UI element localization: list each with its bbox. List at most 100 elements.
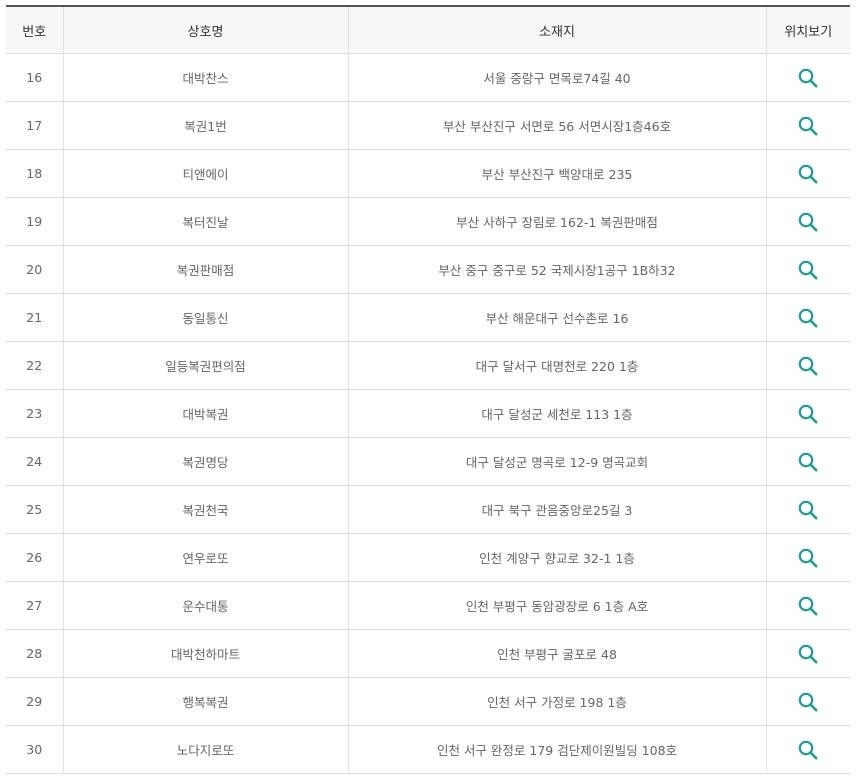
table-header-row: 번호 상호명 소재지 위치보기 (6, 6, 850, 54)
header-store-name: 상호명 (62, 6, 348, 54)
location-search-button[interactable] (797, 67, 819, 89)
row-address: 대구 북구 관음중앙로25길 3 (347, 485, 766, 534)
table-row: 30 노다지로또 인천 서구 완정로 179 검단제이원빌딩 108호 (6, 725, 850, 774)
row-address: 대구 달서구 대명천로 220 1층 (347, 341, 766, 390)
table-row: 25 복권천국 대구 북구 관음중앙로25길 3 (6, 485, 850, 534)
row-number: 22 (6, 341, 63, 390)
location-search-button[interactable] (797, 307, 819, 329)
search-icon (798, 356, 818, 376)
row-store-name: 대박복권 (62, 389, 348, 438)
table-row: 18 티앤에이 부산 부산진구 백양대로 235 (6, 149, 850, 198)
row-address: 부산 사하구 장림로 162-1 복권판매점 (347, 197, 766, 246)
row-number: 21 (6, 293, 63, 342)
table-row: 22 일등복권편의점 대구 달서구 대명천로 220 1층 (6, 341, 850, 390)
search-icon (798, 452, 818, 472)
header-number: 번호 (6, 6, 63, 54)
row-address: 부산 부산진구 백양대로 235 (347, 149, 766, 198)
header-address: 소재지 (347, 6, 766, 54)
row-store-name: 대박천하마트 (62, 629, 348, 678)
search-icon (798, 260, 818, 280)
row-number: 28 (6, 629, 63, 678)
location-search-button[interactable] (797, 643, 819, 665)
row-location-cell (765, 677, 850, 726)
header-location: 위치보기 (765, 6, 850, 54)
row-location-cell (765, 629, 850, 678)
search-icon (798, 116, 818, 136)
row-location-cell (765, 293, 850, 342)
row-store-name: 복권1번 (62, 101, 348, 150)
row-location-cell (765, 245, 850, 294)
row-number: 24 (6, 437, 63, 486)
search-icon (798, 644, 818, 664)
table-row: 29 행복복권 인천 서구 가정로 198 1층 (6, 677, 850, 726)
table-row: 17 복권1번 부산 부산진구 서면로 56 서면시장1층46호 (6, 101, 850, 150)
search-icon (798, 548, 818, 568)
table-row: 27 운수대통 인천 부평구 동암광장로 6 1층 A호 (6, 581, 850, 630)
search-icon (798, 740, 818, 760)
table-row: 24 복권명당 대구 달성군 명곡로 12-9 명곡교회 (6, 437, 850, 486)
search-icon (798, 692, 818, 712)
row-store-name: 행복복권 (62, 677, 348, 726)
row-address: 인천 서구 가정로 198 1층 (347, 677, 766, 726)
location-search-button[interactable] (797, 211, 819, 233)
row-address: 대구 달성군 명곡로 12-9 명곡교회 (347, 437, 766, 486)
store-list-table-container: 번호 상호명 소재지 위치보기 16 대박찬스 서울 중랑구 면목로74길 40 17… (6, 5, 850, 774)
row-location-cell (765, 197, 850, 246)
table-body: 16 대박찬스 서울 중랑구 면목로74길 40 17 복권1번 부산 부산진구 서면로 … (6, 53, 850, 774)
row-store-name: 복권천국 (62, 485, 348, 534)
row-location-cell (765, 437, 850, 486)
row-number: 16 (6, 53, 63, 102)
row-address: 인천 서구 완정로 179 검단제이원빌딩 108호 (347, 725, 766, 774)
row-address: 대구 달성군 세천로 113 1층 (347, 389, 766, 438)
row-location-cell (765, 389, 850, 438)
location-search-button[interactable] (797, 115, 819, 137)
row-location-cell (765, 581, 850, 630)
row-store-name: 대박찬스 (62, 53, 348, 102)
search-icon (798, 308, 818, 328)
row-number: 26 (6, 533, 63, 582)
location-search-button[interactable] (797, 355, 819, 377)
row-location-cell (765, 485, 850, 534)
row-number: 30 (6, 725, 63, 774)
search-icon (798, 212, 818, 232)
location-search-button[interactable] (797, 595, 819, 617)
row-location-cell (765, 341, 850, 390)
row-number: 23 (6, 389, 63, 438)
row-store-name: 운수대통 (62, 581, 348, 630)
table-row: 19 복터진날 부산 사하구 장림로 162-1 복권판매점 (6, 197, 850, 246)
row-address: 부산 해운대구 선수촌로 16 (347, 293, 766, 342)
row-store-name: 노다지로또 (62, 725, 348, 774)
row-number: 25 (6, 485, 63, 534)
search-icon (798, 164, 818, 184)
row-address: 인천 부평구 동암광장로 6 1층 A호 (347, 581, 766, 630)
row-number: 17 (6, 101, 63, 150)
row-store-name: 동일통신 (62, 293, 348, 342)
row-location-cell (765, 149, 850, 198)
location-search-button[interactable] (797, 259, 819, 281)
row-store-name: 티앤에이 (62, 149, 348, 198)
row-store-name: 복권명당 (62, 437, 348, 486)
location-search-button[interactable] (797, 691, 819, 713)
location-search-button[interactable] (797, 547, 819, 569)
search-icon (798, 596, 818, 616)
location-search-button[interactable] (797, 403, 819, 425)
table-row: 20 복권판매점 부산 중구 중구로 52 국제시장1공구 1B하32 (6, 245, 850, 294)
location-search-button[interactable] (797, 739, 819, 761)
row-number: 27 (6, 581, 63, 630)
row-location-cell (765, 101, 850, 150)
row-address: 부산 부산진구 서면로 56 서면시장1층46호 (347, 101, 766, 150)
search-icon (798, 68, 818, 88)
row-address: 서울 중랑구 면목로74길 40 (347, 53, 766, 102)
store-list-table: 번호 상호명 소재지 위치보기 16 대박찬스 서울 중랑구 면목로74길 40 17… (6, 5, 850, 774)
row-address: 인천 부평구 굴포로 48 (347, 629, 766, 678)
search-icon (798, 404, 818, 424)
row-location-cell (765, 53, 850, 102)
location-search-button[interactable] (797, 451, 819, 473)
location-search-button[interactable] (797, 499, 819, 521)
row-location-cell (765, 533, 850, 582)
location-search-button[interactable] (797, 163, 819, 185)
row-store-name: 일등복권편의점 (62, 341, 348, 390)
table-row: 26 연우로또 인천 계양구 향교로 32-1 1층 (6, 533, 850, 582)
row-store-name: 연우로또 (62, 533, 348, 582)
row-number: 20 (6, 245, 63, 294)
